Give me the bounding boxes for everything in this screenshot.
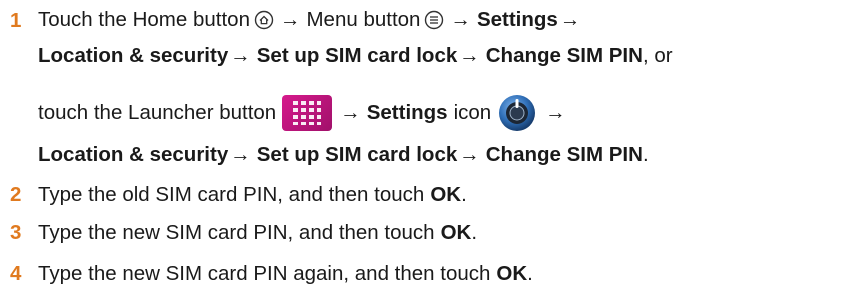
step-3-line: Type the new SIM card PIN, and then touc… — [38, 221, 477, 245]
instruction-text: . — [471, 221, 478, 244]
step-1-line-4: Location & security → Set up SIM card lo… — [38, 141, 649, 169]
menu-path-sim-lock: Set up SIM card lock — [256, 44, 458, 67]
arrow: → — [230, 143, 251, 166]
menu-icon — [424, 10, 444, 30]
menu-path-location-security: Location & security — [38, 143, 229, 166]
step-number: 2 — [10, 183, 22, 206]
menu-path-change-pin: Change SIM PIN — [485, 44, 643, 67]
step-1-line-3: touch the Launcher button → Settings ico… — [38, 91, 568, 135]
step-1-line-2: Location & security → Set up SIM card lo… — [38, 42, 673, 70]
instruction-text: Type the old SIM card PIN, and then touc… — [38, 183, 425, 206]
instruction-text: , or — [642, 44, 673, 67]
arrow: → — [459, 44, 480, 67]
menu-path-location-security: Location & security — [38, 44, 229, 67]
arrow: → — [340, 101, 361, 124]
menu-path-settings: Settings — [476, 8, 558, 31]
step-4-line: Type the new SIM card PIN again, and the… — [38, 262, 533, 286]
ok-label: OK — [430, 183, 462, 206]
instruction-text: . — [642, 143, 649, 166]
instruction-text: icon — [453, 101, 492, 124]
step-number: 1 — [10, 9, 22, 32]
instruction-text: Touch the Home button — [38, 8, 250, 31]
arrow: → — [230, 44, 251, 67]
step-1-line-1: Touch the Home button → Menu button → Se… — [38, 6, 582, 34]
ok-label: OK — [496, 262, 528, 285]
instruction-text: Menu button — [306, 8, 421, 31]
launcher-icon — [282, 95, 333, 131]
step-number: 3 — [10, 221, 22, 244]
arrow: → — [459, 143, 480, 166]
menu-path-sim-lock: Set up SIM card lock — [256, 143, 458, 166]
step-number: 4 — [10, 262, 22, 285]
ok-label: OK — [440, 221, 472, 244]
instruction-text: . — [527, 262, 533, 285]
arrow: → — [545, 101, 566, 124]
settings-label: Settings — [366, 101, 448, 124]
instruction-text: . — [461, 183, 467, 206]
step-3: 3 Type the new SIM card PIN, and then to… — [0, 221, 842, 249]
step-4: 4 Type the new SIM card PIN again, and t… — [0, 262, 842, 290]
arrow: → — [559, 8, 581, 31]
home-icon — [254, 10, 274, 30]
instruction-text: touch the Launcher button — [38, 101, 277, 124]
settings-icon — [497, 93, 537, 133]
step-2-line: Type the old SIM card PIN, and then touc… — [38, 183, 467, 207]
arrow: → — [450, 8, 471, 31]
arrow: → — [279, 8, 301, 31]
step-2: 2 Type the old SIM card PIN, and then to… — [0, 183, 842, 211]
menu-path-change-pin: Change SIM PIN — [485, 143, 643, 166]
instruction-text: Type the new SIM card PIN again, and the… — [38, 262, 491, 285]
instruction-text: Type the new SIM card PIN, and then touc… — [38, 221, 435, 244]
